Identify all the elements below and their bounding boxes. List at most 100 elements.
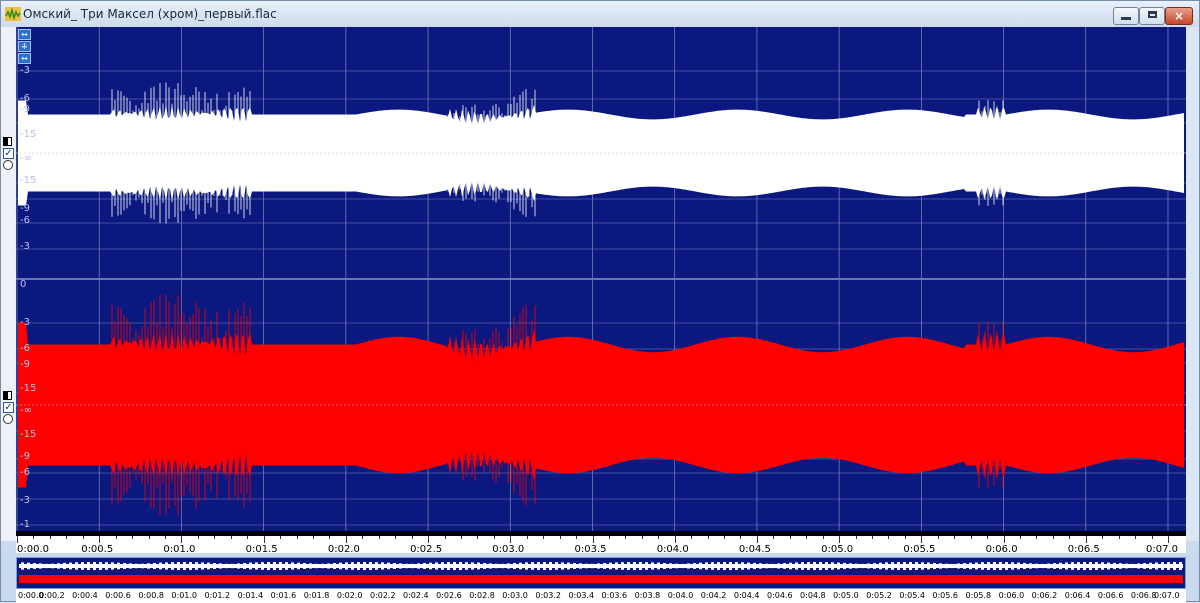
waveform-plot[interactable]: ↔ ⁜ ↔ -3 -6 -9 -15 -∞ -15 -9 -6 -3 0 -3 -6 -9 -15 -∞ -1… — [16, 27, 1186, 531]
overview-channel1-peak — [897, 562, 900, 570]
maximize-button[interactable] — [1139, 7, 1165, 25]
overview-channel1-peak — [39, 563, 42, 569]
overview-time-label: 0:03.2 — [535, 591, 561, 600]
channel2-solo-toggle[interactable] — [3, 391, 12, 400]
channel1-enable-checkbox[interactable]: ✓ — [3, 148, 14, 159]
overview-channel1-peak — [321, 563, 324, 569]
overview-channel1-peak — [477, 562, 480, 570]
time-minor-tick — [641, 536, 643, 539]
overview-channel1-peak — [969, 562, 972, 570]
overview-channel1-peak — [1107, 562, 1110, 570]
overview-channel1 — [19, 564, 1183, 568]
time-minor-tick — [197, 536, 199, 539]
overview-channel1-peak — [903, 562, 906, 570]
overview-time-label: 0:03.4 — [568, 591, 595, 600]
overview-channel1-peak — [453, 562, 456, 570]
overview-channel1-peak — [93, 562, 96, 570]
channel1-db-label: -15 — [20, 175, 37, 186]
time-ruler[interactable]: 0:00.0 0:00.5 0:01.0 0:01.5 0:02.0 0:02.5 0:03… — [16, 531, 1186, 555]
close-button[interactable]: × — [1165, 7, 1193, 25]
time-label: 0:06.0 — [985, 544, 1018, 555]
overview-channel1-peak — [417, 563, 420, 569]
time-tick — [181, 536, 183, 543]
overview-time-label: 0:04.8 — [800, 591, 826, 600]
time-label: 0:02.5 — [410, 544, 443, 555]
overview-channel1-peak — [1113, 562, 1116, 570]
window-title: Омский_ Три Максел (хром)_первый.flac — [23, 7, 277, 21]
overview-channel1-peak — [69, 562, 72, 570]
time-minor-tick — [395, 536, 397, 539]
overview-channel1-peak — [441, 562, 444, 570]
overview-channel1-peak — [879, 562, 882, 570]
title-bar[interactable]: Омский_ Три Максел (хром)_первый.flac × — [1, 1, 1199, 27]
time-tick — [921, 536, 923, 543]
channel1-solo-toggle[interactable] — [3, 137, 12, 146]
overview-channel1-peak — [51, 563, 54, 569]
time-tick — [1085, 536, 1087, 543]
overview-channel1-peak — [687, 563, 690, 569]
time-minor-tick — [82, 536, 84, 539]
overview-channel1-peak — [339, 562, 342, 570]
overview-channel1-peak — [45, 563, 48, 569]
overview-channel1-peak — [531, 562, 534, 570]
time-minor-tick — [411, 536, 413, 539]
time-minor-tick — [460, 536, 462, 539]
time-minor-tick — [559, 536, 561, 539]
time-minor-tick — [970, 536, 972, 539]
minimize-icon — [1121, 17, 1131, 20]
channel1-db-label: -6 — [20, 93, 30, 104]
fit-icon[interactable]: ↔ — [18, 53, 31, 64]
overview-time-label: 0:00.8 — [138, 591, 164, 600]
overview-channel1-peak — [873, 563, 876, 569]
overview-channel1-peak — [57, 563, 60, 569]
time-minor-tick — [1069, 536, 1071, 539]
overview-channel1-peak — [963, 563, 966, 569]
time-label: 0:03.0 — [492, 544, 525, 555]
overview-channel1-peak — [273, 562, 276, 570]
vertical-zoom-icon[interactable]: ⁜ — [18, 41, 31, 52]
overview-channel1-peak — [927, 562, 930, 570]
overview-canvas[interactable] — [17, 558, 1185, 588]
time-tick — [674, 536, 676, 543]
channel2-select-radio[interactable] — [3, 414, 13, 424]
overview-time-label: 0:01.2 — [204, 591, 231, 600]
overview-channel1-peak — [423, 563, 426, 569]
overview-waveform[interactable] — [16, 557, 1186, 589]
overview-channel1-peak — [513, 563, 516, 569]
overview-channel1-peak — [21, 562, 24, 570]
time-minor-tick — [312, 536, 314, 539]
overview-channel1-peak — [333, 563, 336, 569]
overview-time-label: 0:04.0 — [667, 591, 694, 600]
overview-channel1-peak — [429, 562, 432, 570]
overview-channel1-peak — [849, 563, 852, 569]
channel2-enable-checkbox[interactable]: ✓ — [3, 402, 14, 413]
time-minor-tick — [296, 536, 298, 539]
time-minor-tick — [477, 536, 479, 539]
overview-channel1-peak — [909, 562, 912, 570]
overview-channel1-peak — [1179, 562, 1182, 570]
overview-channel1-peak — [975, 562, 978, 570]
overview-channel1-peak — [375, 562, 378, 570]
overview-channel1-peak — [921, 562, 924, 570]
channel1-select-radio[interactable] — [3, 160, 13, 170]
time-label: 0:02.0 — [327, 544, 360, 555]
overview-channel1-peak — [435, 562, 438, 570]
overview-channel1-peak — [579, 563, 582, 569]
overview-channel1-peak — [237, 563, 240, 569]
horizontal-zoom-icon[interactable]: ↔ — [18, 29, 31, 40]
overview-channel1-peak — [651, 562, 654, 570]
overview-channel1-peak — [105, 562, 108, 570]
overview-channel1-peak — [231, 563, 234, 569]
overview-channel1-peak — [177, 562, 180, 570]
time-tick — [345, 536, 347, 543]
time-minor-tick — [707, 536, 709, 539]
overview-time-label: 0:06.4 — [1064, 591, 1091, 600]
time-minor-tick — [691, 536, 693, 539]
time-minor-tick — [954, 536, 956, 539]
time-minor-tick — [526, 536, 528, 539]
minimize-button[interactable] — [1113, 7, 1139, 25]
overview-channel1-peak — [471, 562, 474, 570]
overview-channel1-peak — [585, 563, 588, 569]
waveform-canvas[interactable] — [16, 27, 1186, 531]
overview-channel1-peak — [645, 562, 648, 570]
